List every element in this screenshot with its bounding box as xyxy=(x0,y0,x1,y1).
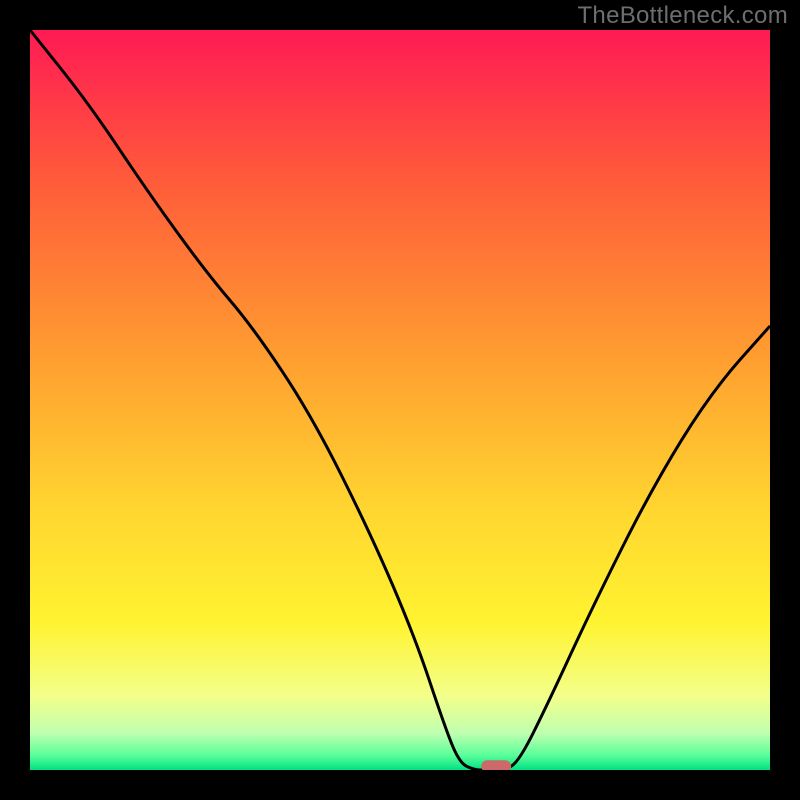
gradient-bg xyxy=(30,30,770,770)
watermark-label: TheBottleneck.com xyxy=(577,2,788,30)
chart-frame: TheBottleneck.com xyxy=(0,0,800,800)
bottleneck-chart xyxy=(30,30,770,770)
optimum-marker xyxy=(481,760,511,770)
